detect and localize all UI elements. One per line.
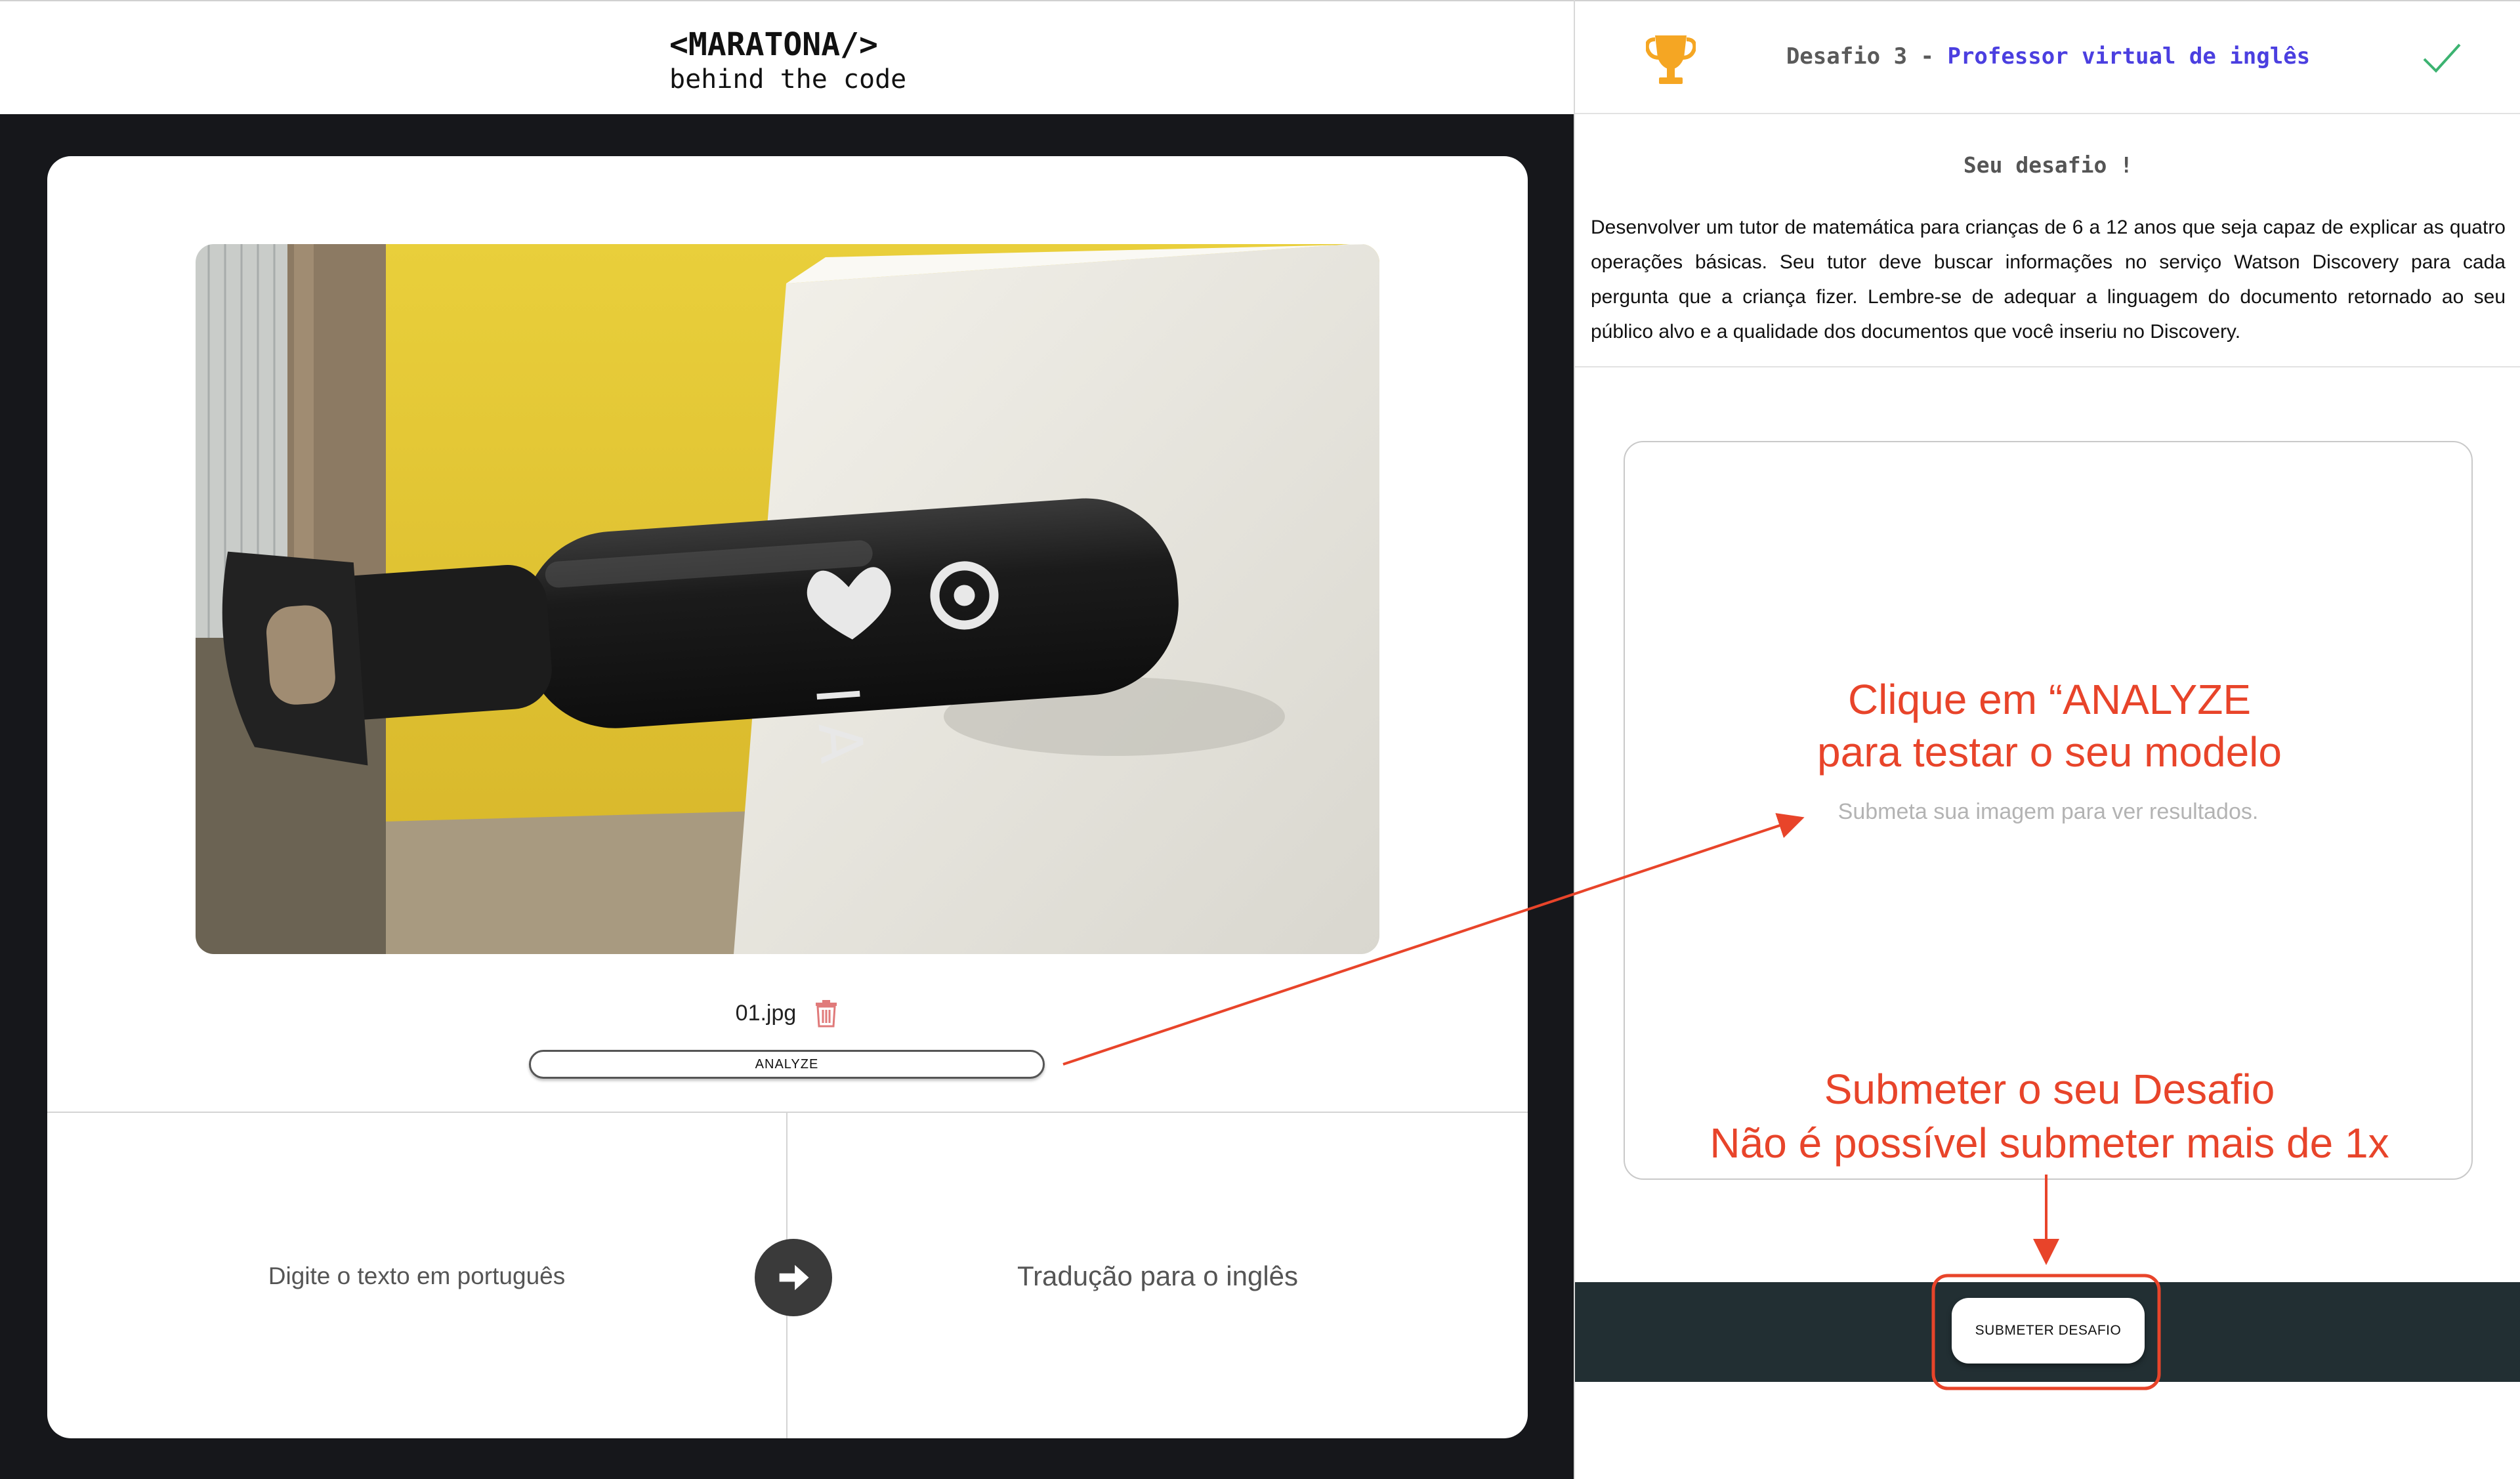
trash-icon[interactable] (813, 999, 839, 1028)
analyze-button[interactable]: ANALYZE (529, 1050, 1045, 1079)
translate-button[interactable] (755, 1239, 832, 1316)
analyze-hint-line1: Clique em “ANALYZE (1847, 676, 2252, 723)
logo-main-text: <MARATONA/> (669, 26, 878, 63)
challenge-panel: Desafio 3 - Professor virtual de inglês … (1574, 0, 2520, 1479)
bottle-letters: I A (802, 684, 876, 766)
uploaded-image: I A (196, 244, 1379, 954)
logo-sub-text: behind the code (669, 64, 907, 94)
translation-section: Digite o texto em português Tradução par… (47, 1112, 1528, 1438)
results-box: Clique em “ANALYZE para testar o seu mod… (1624, 441, 2473, 1180)
file-name: 01.jpg (735, 1000, 797, 1026)
challenge-title: Desafio 3 - Professor virtual de inglês (1575, 43, 2520, 70)
app-header: <MARATONA/> behind the code (0, 0, 1574, 114)
challenge-header: Desafio 3 - Professor virtual de inglês (1575, 0, 2520, 114)
submit-challenge-button[interactable]: SUBMETER DESAFIO (1952, 1298, 2145, 1364)
check-icon (2423, 43, 2461, 73)
challenge-heading: Seu desafio ! (1963, 152, 2133, 178)
challenge-description-box: Seu desafio ! Desenvolver um tutor de ma… (1575, 115, 2520, 367)
maratona-logo: <MARATONA/> behind the code (669, 26, 906, 96)
bottle-photo: I A (196, 244, 1379, 954)
challenge-name: Professor virtual de inglês (1947, 43, 2311, 70)
submit-hint-line2: Não é possível submeter mais de 1x (1710, 1119, 2389, 1167)
main-card: I A 01.jpg ANALYZE Digite o texto em por… (47, 156, 1528, 1438)
file-row: 01.jpg (47, 995, 1528, 1031)
submit-bar: SUBMETER DESAFIO (1575, 1282, 2520, 1382)
results-placeholder: Submeta sua imagem para ver resultados. (1838, 799, 2259, 824)
submit-hint-line1: Submeter o seu Desafio (1824, 1066, 2275, 1113)
analyze-hint-line2: para testar o seu modelo (1817, 728, 2282, 776)
challenge-description: Desenvolver um tutor de matemática para … (1591, 217, 2506, 343)
portuguese-input[interactable]: Digite o texto em português (47, 1113, 786, 1438)
english-output: Tradução para o inglês (1017, 1260, 1299, 1291)
arrow-right-icon (779, 1264, 809, 1291)
challenge-number: Desafio 3 - (1786, 43, 1948, 70)
